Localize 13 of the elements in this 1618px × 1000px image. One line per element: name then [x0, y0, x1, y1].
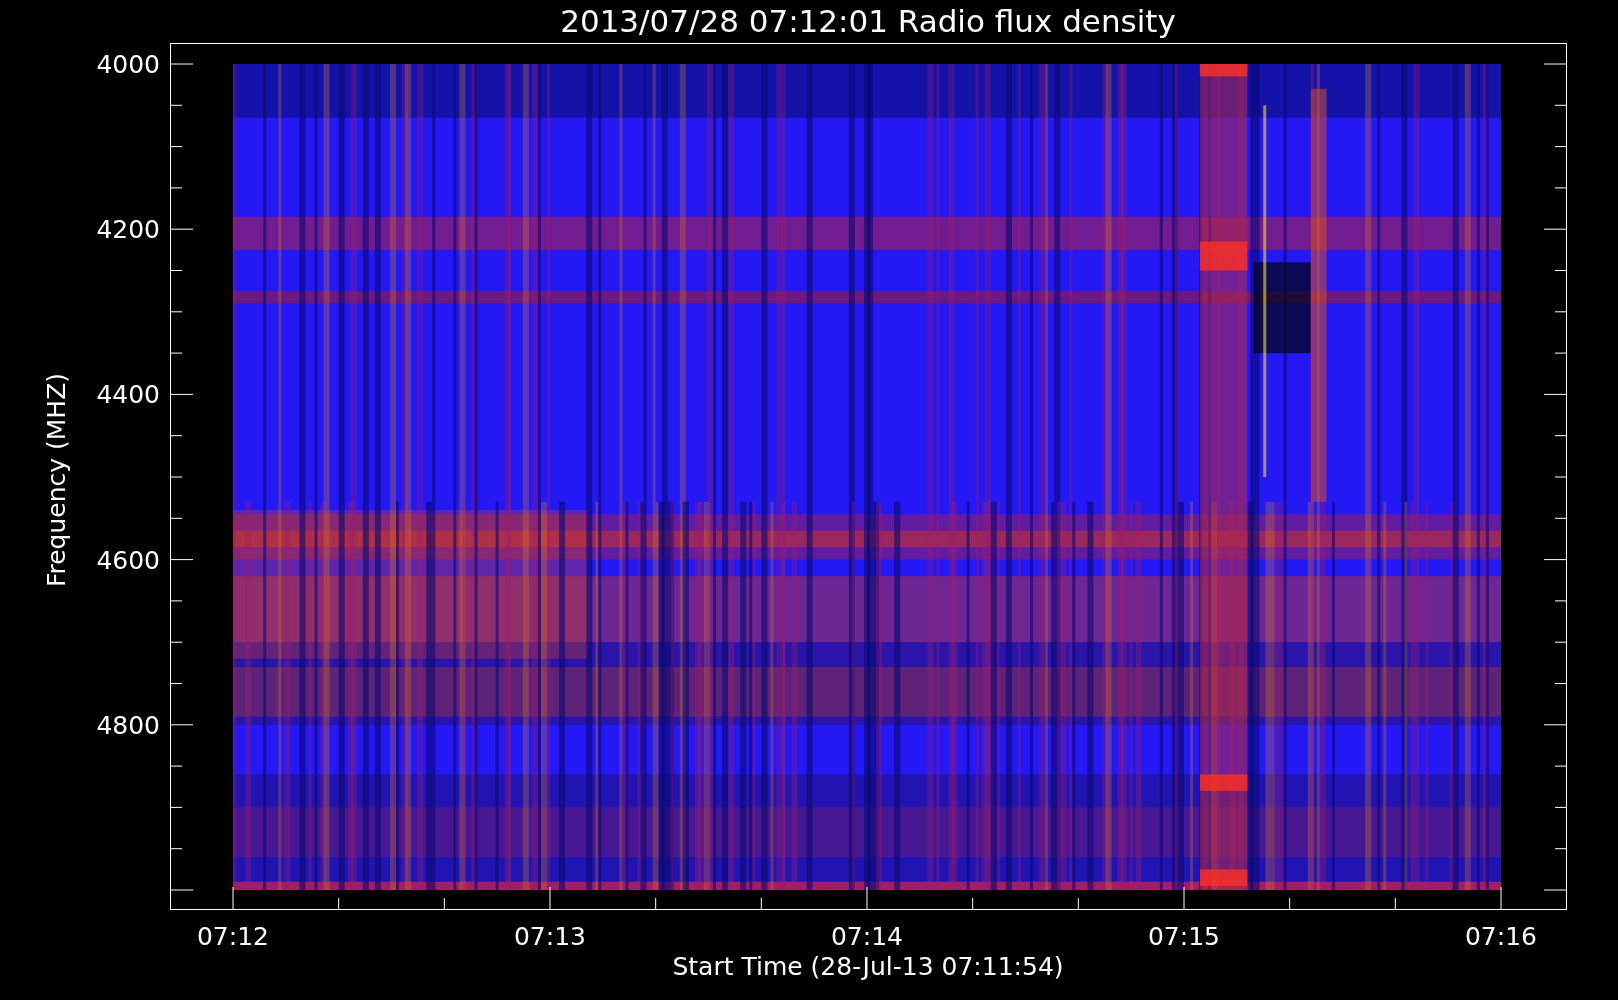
axis-tick-label: 07:12 [197, 922, 269, 951]
axis-tick-label: 07:15 [1148, 922, 1220, 951]
axis-label: Start Time (28-Jul-13 07:11:54) [672, 952, 1064, 981]
axis-tick-label: 4400 [96, 380, 160, 410]
axis-label: Frequency (MHZ) [42, 372, 71, 588]
axis-tick-label: 4200 [96, 215, 160, 245]
axis-tick-label: 07:14 [831, 922, 903, 951]
axis-tick-label: 07:16 [1465, 922, 1537, 951]
axis-tick-label: 4600 [96, 545, 160, 575]
axis-tick-label: 07:13 [514, 922, 586, 951]
axis-tick-label: 4000 [96, 50, 160, 79]
axis-tick-label: 4800 [96, 710, 160, 740]
plot-title: 2013/07/28 07:12:01 Radio flux density [560, 3, 1176, 39]
